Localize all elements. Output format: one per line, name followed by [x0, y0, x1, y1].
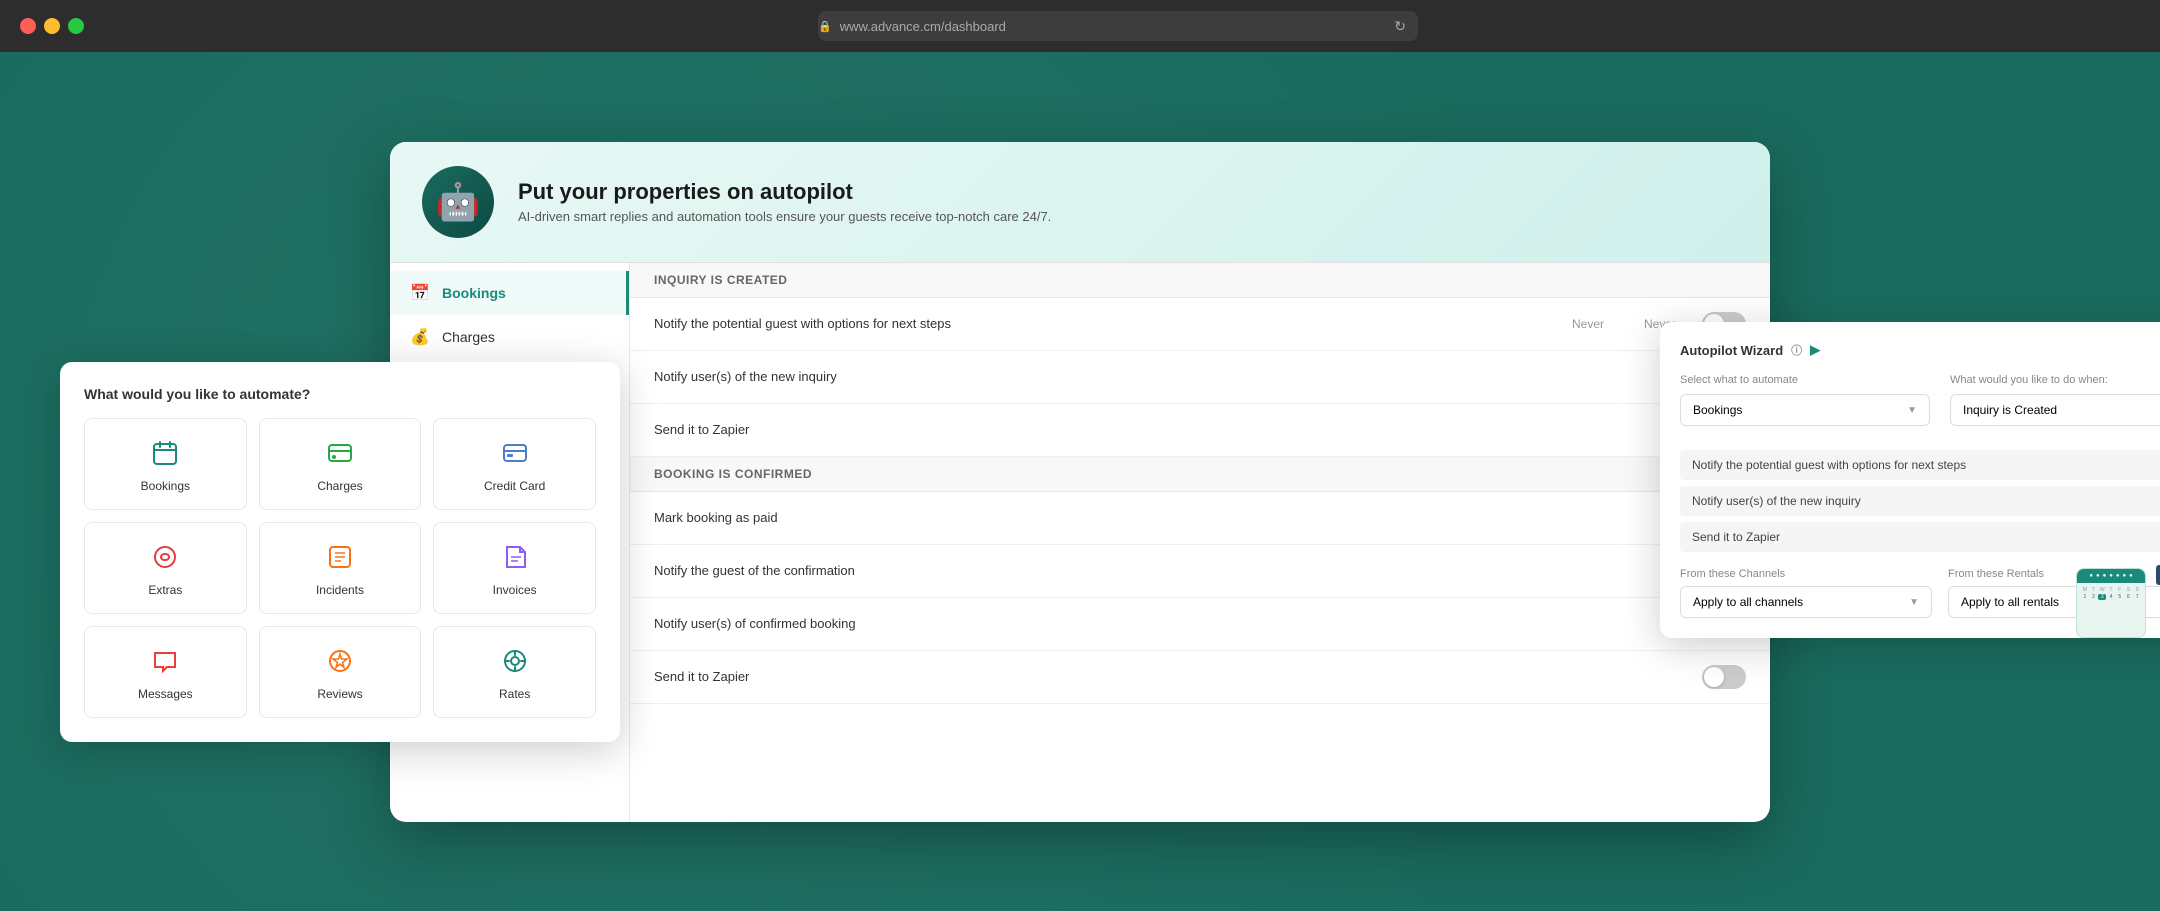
automate-rates-icon	[497, 643, 533, 679]
section-inquiry-header: INQUIRY IS CREATED	[630, 263, 1770, 298]
automate-item-bookings[interactable]: Bookings	[84, 418, 247, 510]
automate-extras-label: Extras	[148, 583, 182, 597]
automate-item-credit-card[interactable]: Credit Card	[433, 418, 596, 510]
row-label-notify-guest: Notify the potential guest with options …	[654, 316, 1546, 331]
automate-messages-icon	[147, 643, 183, 679]
automate-item-extras[interactable]: Extras	[84, 522, 247, 614]
banner-text: Put your properties on autopilot AI-driv…	[518, 179, 1051, 224]
row-send-zapier-inquiry: Send it to Zapier	[630, 404, 1770, 457]
wizard-action-select[interactable]: Inquiry is Created ▼	[1950, 394, 2160, 426]
automate-incidents-label: Incidents	[316, 583, 364, 597]
toggle-zapier-booking[interactable]	[1702, 665, 1746, 689]
automate-popup: What would you like to automate? Booking…	[60, 362, 620, 742]
charges-icon: 💰	[410, 327, 430, 347]
wizard-title-bar: Autopilot Wizard ⓘ ▶	[1680, 342, 2160, 358]
row-label-zapier-booking: Send it to Zapier	[654, 669, 1690, 684]
automate-item-incidents[interactable]: Incidents	[259, 522, 422, 614]
banner-subtitle: AI-driven smart replies and automation t…	[518, 209, 1051, 224]
banner-title: Put your properties on autopilot	[518, 179, 1051, 205]
sidebar-label-charges: Charges	[442, 329, 495, 345]
never-text-1: Never	[1558, 317, 1618, 331]
section-booking-header: BOOKING IS CONFIRMED	[630, 457, 1770, 492]
automate-incidents-icon	[322, 539, 358, 575]
wizard-action-value: Inquiry is Created	[1963, 403, 2057, 417]
wizard-option-1[interactable]: Notify the potential guest with options …	[1680, 450, 2160, 480]
wizard-illustration: ● ● ● ● ● ● ● M T W T F S S	[2076, 543, 2160, 638]
wizard-rentals-value: Apply to all rentals	[1961, 595, 2059, 609]
automate-item-messages[interactable]: Messages	[84, 626, 247, 718]
calendar-illustration: ● ● ● ● ● ● ● M T W T F S S	[2076, 568, 2146, 638]
lock-icon: 🔒	[818, 20, 832, 33]
banner: 🤖 Put your properties on autopilot AI-dr…	[390, 142, 1770, 263]
row-mark-paid: Mark booking as paid	[630, 492, 1770, 545]
wizard-right: What would you like to do when: Inquiry …	[1950, 374, 2160, 438]
automate-rates-label: Rates	[499, 687, 530, 701]
sidebar-label-bookings: Bookings	[442, 285, 506, 301]
wizard-channels-select[interactable]: Apply to all channels ▼	[1680, 586, 1932, 618]
row-label-mark-paid: Mark booking as paid	[654, 510, 1690, 525]
automate-reviews-label: Reviews	[317, 687, 362, 701]
sidebar-item-bookings[interactable]: 📅 Bookings	[390, 271, 629, 315]
reload-icon[interactable]: ↻	[1394, 18, 1406, 35]
row-notify-guest-options: Notify the potential guest with options …	[630, 298, 1770, 351]
sidebar-item-charges[interactable]: 💰 Charges	[390, 315, 629, 359]
wizard-video-icon[interactable]: ▶	[1810, 342, 1820, 358]
robot-avatar: 🤖	[422, 166, 494, 238]
automate-item-charges[interactable]: Charges	[259, 418, 422, 510]
automate-item-rates[interactable]: Rates	[433, 626, 596, 718]
main-panel: INQUIRY IS CREATED Notify the potential …	[630, 263, 1770, 822]
row-label-zapier-inq: Send it to Zapier	[654, 422, 1690, 437]
wizard-channels-section: From these Channels Apply to all channel…	[1680, 568, 1932, 618]
browser-chrome: 🔒 www.advance.cm/dashboard ↻	[0, 0, 2160, 52]
traffic-light-red[interactable]	[20, 18, 36, 34]
traffic-light-yellow[interactable]	[44, 18, 60, 34]
row-notify-users-inquiry: Notify user(s) of the new inquiry	[630, 351, 1770, 404]
automate-grid: Bookings Charges	[84, 418, 596, 718]
wizard-channels-value: Apply to all channels	[1693, 595, 1803, 609]
automate-bookings-icon	[147, 435, 183, 471]
automate-popup-title: What would you like to automate?	[84, 386, 596, 402]
wizard-channels-label: From these Channels	[1680, 568, 1932, 580]
row-send-zapier-booking: Send it to Zapier	[630, 651, 1770, 704]
wizard-select-label: Select what to automate	[1680, 374, 1930, 386]
row-notify-users-confirmed: Notify user(s) of confirmed booking	[630, 598, 1770, 651]
wizard-content: Select what to automate Bookings ▼ What …	[1680, 374, 2160, 438]
automate-charges-label: Charges	[317, 479, 362, 493]
wizard-title-text: Autopilot Wizard	[1680, 343, 1783, 358]
wizard-automate-arrow: ▼	[1907, 405, 1917, 416]
wizard-panel: Autopilot Wizard ⓘ ▶ Select what to auto…	[1660, 322, 2160, 638]
row-label-notify-users-inq: Notify user(s) of the new inquiry	[654, 369, 1690, 384]
automate-item-reviews[interactable]: Reviews	[259, 626, 422, 718]
wizard-automate-value: Bookings	[1693, 403, 1742, 417]
automate-charges-icon	[322, 435, 358, 471]
automate-credit-card-label: Credit Card	[484, 479, 545, 493]
automate-bookings-label: Bookings	[141, 479, 190, 493]
traffic-light-green[interactable]	[68, 18, 84, 34]
bookings-icon: 📅	[410, 283, 430, 303]
wizard-left: Select what to automate Bookings ▼	[1680, 374, 1930, 438]
automate-item-invoices[interactable]: Invoices	[433, 522, 596, 614]
address-bar[interactable]: 🔒 www.advance.cm/dashboard ↻	[818, 11, 1418, 41]
person-illustration	[2150, 543, 2160, 638]
background: 🤖 Put your properties on autopilot AI-dr…	[0, 52, 2160, 911]
row-label-notify-guest-conf: Notify the guest of the confirmation	[654, 563, 1690, 578]
row-label-notify-users-conf: Notify user(s) of confirmed booking	[654, 616, 1690, 631]
automate-invoices-icon	[497, 539, 533, 575]
automate-extras-icon	[147, 539, 183, 575]
wizard-channels-arrow: ▼	[1909, 597, 1919, 608]
automate-reviews-icon	[322, 643, 358, 679]
wizard-option-2[interactable]: Notify user(s) of the new inquiry	[1680, 486, 2160, 516]
wizard-automate-select[interactable]: Bookings ▼	[1680, 394, 1930, 426]
automate-messages-label: Messages	[138, 687, 193, 701]
url-text: www.advance.cm/dashboard	[840, 19, 1006, 34]
wizard-options-list: Notify the potential guest with options …	[1680, 450, 2160, 552]
row-notify-guest-confirmation: Notify the guest of the confirmation	[630, 545, 1770, 598]
automate-credit-card-icon	[497, 435, 533, 471]
traffic-lights	[20, 18, 84, 34]
wizard-info-icon[interactable]: ⓘ	[1791, 342, 1802, 358]
automate-invoices-label: Invoices	[493, 583, 537, 597]
wizard-action-label: What would you like to do when:	[1950, 374, 2160, 386]
